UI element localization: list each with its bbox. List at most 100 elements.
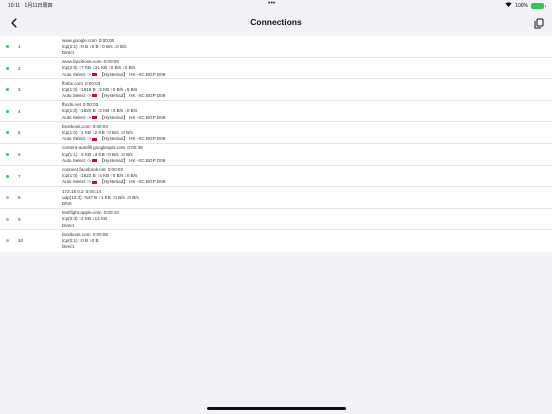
connection-row[interactable]: 3 fbsbx.com 0:00:03 tcp(1:0) ↑1619 B ↓3 KB … xyxy=(0,79,552,101)
status-dot-icon xyxy=(6,131,9,135)
connection-host: testflight.apple.com xyxy=(62,210,102,216)
connection-index: 8 xyxy=(18,195,21,201)
connection-row[interactable]: 6 content-autofill.googleapis.com 0:00:39 t… xyxy=(0,144,552,166)
connection-index: 3 xyxy=(18,87,21,93)
connection-route-target: 【Hysteria2】 HK -XC BGP D09 xyxy=(97,71,166,77)
connection-duration: 0:00:04 xyxy=(92,123,108,129)
connection-route-line: Auto Select -> 【Hysteria2】 HK -XC BGP D0… xyxy=(62,179,165,185)
connections-screen: 10:11 1月11日周四 ••• 100% Connections 1 www.… xyxy=(0,0,552,414)
connection-info: facebook.com 0:00:04 tcp(1:0) ↑1 KB ↓2 KB … xyxy=(62,124,165,143)
connection-host: fbcdn.net xyxy=(62,102,81,108)
connection-route: Auto Select -> xyxy=(62,179,91,185)
status-dot-icon xyxy=(6,109,9,113)
connection-route: DNS xyxy=(62,201,72,207)
connection-route-target: 【Hysteria2】 HK -XC BGP D09 xyxy=(97,136,166,142)
connection-duration: 0:00:14 xyxy=(85,188,102,194)
connection-info: content-autofill.googleapis.com 0:00:39 tc… xyxy=(62,145,165,164)
connection-row[interactable]: 5 facebook.com 0:00:04 tcp(1:0) ↑1 KB ↓2 KB… xyxy=(0,122,552,144)
connections-list: 1 www.google.com 0:00:06 tcp(2:1) ↑0 B ↓0 B… xyxy=(0,36,552,252)
connection-route: Auto Select -> xyxy=(62,114,91,120)
connection-duration: 0:00:05 xyxy=(92,231,108,237)
connection-host: 172.19.0.2 xyxy=(62,188,84,194)
connection-host: www.google.com xyxy=(62,37,97,43)
connection-duration: 0:00:10 xyxy=(103,210,119,216)
status-dot-icon xyxy=(6,174,9,178)
battery-percent: 100% xyxy=(515,2,528,9)
connection-route: Direct xyxy=(62,222,74,228)
connection-row[interactable]: 8 172.19.0.2 0:00:14 udp(12:4) ↑547 B ↓1 KB… xyxy=(0,187,552,209)
connection-index: 1 xyxy=(18,44,21,49)
page-title: Connections xyxy=(250,17,302,27)
status-time: 10:11 1月11日周四 xyxy=(8,2,53,9)
connection-index: 7 xyxy=(18,173,21,179)
status-dot-icon xyxy=(6,66,9,70)
connection-host: content-autofill.googleapis.com xyxy=(62,145,126,151)
connection-route-line: Direct xyxy=(62,50,127,56)
connection-duration: 0:00:06 xyxy=(103,59,119,65)
connection-info: www.facebook.com 0:00:06 tcp(2:5) ↑7 KB ↓3… xyxy=(62,59,165,78)
connection-duration: 0:00:06 xyxy=(98,37,115,43)
connection-info: connect.facebook.net 0:00:02 tcp(1:0) ↑182… xyxy=(62,167,165,186)
connection-route-line: Auto Select -> 【Hysteria2】 HK -XC BGP D0… xyxy=(62,72,165,78)
status-dot-icon xyxy=(6,88,9,92)
battery-icon xyxy=(531,2,546,9)
connection-row[interactable]: 2 www.facebook.com 0:00:06 tcp(2:5) ↑7 KB ↓… xyxy=(0,58,552,80)
connection-index: 6 xyxy=(18,151,21,157)
connection-traffic: udp(12:4) ↑547 B ↓1 KB ↑0 B/s ↓0 B/s xyxy=(62,194,139,200)
connection-duration: 0:00:03 xyxy=(82,102,99,108)
connection-info: testflight.apple.com 0:00:10 tcp(0:3) ↑2 K… xyxy=(62,210,119,229)
status-dot-icon xyxy=(6,152,9,156)
hk-flag-icon xyxy=(91,115,97,119)
wifi-icon xyxy=(505,2,512,9)
connection-host: www.facebook.com xyxy=(62,59,102,65)
connection-index: 9 xyxy=(18,216,21,222)
status-bar: 10:11 1月11日周四 ••• 100% xyxy=(0,0,552,10)
status-date: 1月11日周四 xyxy=(24,3,53,9)
connection-route-target: 【Hysteria2】 HK -XC BGP D09 xyxy=(97,114,166,120)
status-dot-icon xyxy=(6,217,9,221)
connection-route-target: 【Hysteria2】 HK -XC BGP D09 xyxy=(97,157,166,163)
multitask-dots-icon[interactable]: ••• xyxy=(268,0,275,7)
connection-route: Auto Select -> xyxy=(62,136,91,142)
hk-flag-icon xyxy=(91,137,97,141)
connection-index: 5 xyxy=(18,130,21,136)
connection-route-line: Auto Select -> 【Hysteria2】 HK -XC BGP D0… xyxy=(62,158,165,164)
status-dot-icon xyxy=(6,196,9,200)
connection-row[interactable]: 4 fbcdn.net 0:00:03 tcp(1:0) ↑1820 B ↓3 KB … xyxy=(0,101,552,123)
connection-route: Direct xyxy=(62,244,74,250)
connection-index: 4 xyxy=(18,108,21,114)
connection-row[interactable]: 10 facebook.com 0:00:05 tcp(0:1) ↑0 B ↓0 BD… xyxy=(0,230,552,252)
connection-route-line: Auto Select -> 【Hysteria2】 HK -XC BGP D0… xyxy=(62,136,165,142)
hk-flag-icon xyxy=(91,72,97,76)
connection-route-line: Auto Select -> 【Hysteria2】 HK -XC BGP D0… xyxy=(62,115,165,121)
connection-info: facebook.com 0:00:05 tcp(0:1) ↑0 B ↓0 B Dir… xyxy=(62,232,108,251)
connection-host: facebook.com xyxy=(62,231,91,237)
connection-row[interactable]: 7 connect.facebook.net 0:00:02 tcp(1:0) ↑18… xyxy=(0,166,552,188)
connection-route-line: Direct xyxy=(62,223,119,229)
copy-icon[interactable] xyxy=(532,16,546,30)
connection-info: www.google.com 0:00:06 tcp(2:1) ↑0 B ↓0 B … xyxy=(62,38,127,57)
connection-route-target: 【Hysteria2】 HK -XC BGP D09 xyxy=(97,93,166,99)
connection-route: Auto Select -> xyxy=(62,157,91,163)
connection-duration: 0:00:02 xyxy=(107,167,124,173)
home-indicator[interactable] xyxy=(207,407,346,410)
connection-route-line: Direct xyxy=(62,244,108,250)
connection-info: fbcdn.net 0:00:03 tcp(1:0) ↑1820 B ↓3 KB ↑… xyxy=(62,102,165,121)
connection-route-line: Auto Select -> 【Hysteria2】 HK -XC BGP D0… xyxy=(62,93,165,99)
connection-info: 172.19.0.2 0:00:14 udp(12:4) ↑547 B ↓1 KB … xyxy=(62,189,139,208)
connection-host: connect.facebook.net xyxy=(62,167,106,173)
status-dot-icon xyxy=(6,45,9,48)
connection-duration: 0:00:39 xyxy=(127,145,143,151)
connection-route: Direct xyxy=(62,49,74,55)
hk-flag-icon xyxy=(91,180,97,184)
connection-info: fbsbx.com 0:00:03 tcp(1:0) ↑1619 B ↓3 KB ↑… xyxy=(62,81,165,100)
connection-row[interactable]: 1 www.google.com 0:00:06 tcp(2:1) ↑0 B ↓0 B… xyxy=(0,36,552,58)
hk-flag-icon xyxy=(91,159,97,163)
connection-host: facebook.com xyxy=(62,123,91,129)
connection-host: fbsbx.com xyxy=(62,80,83,86)
connection-route-target: 【Hysteria2】 HK -XC BGP D09 xyxy=(97,179,166,185)
connection-row[interactable]: 9 testflight.apple.com 0:00:10 tcp(0:3) ↑2 … xyxy=(0,209,552,231)
status-dot-icon xyxy=(6,239,9,243)
hk-flag-icon xyxy=(91,94,97,98)
connection-route-line: DNS xyxy=(62,201,139,207)
